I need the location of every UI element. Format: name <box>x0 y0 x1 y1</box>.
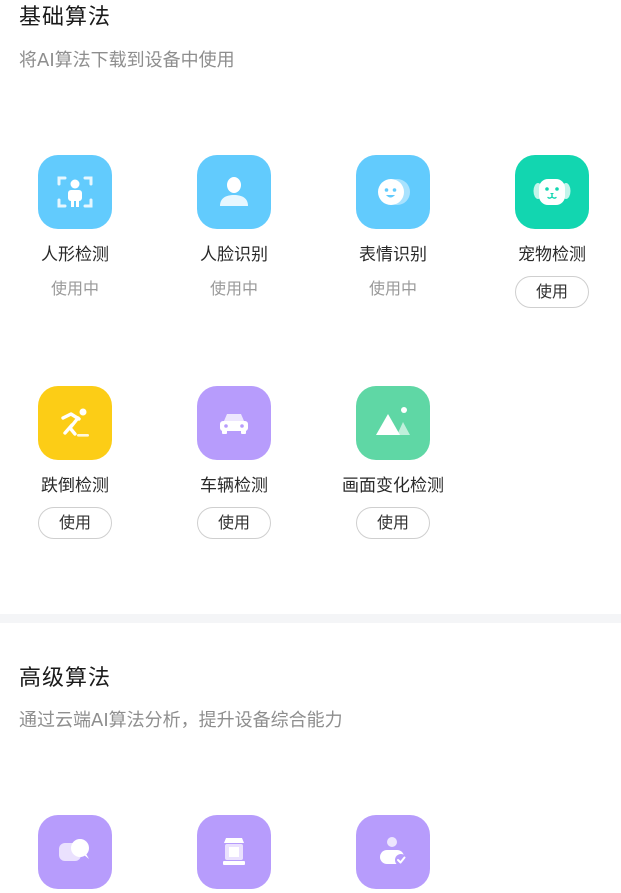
landscape-icon <box>356 386 430 460</box>
smile-face-icon <box>356 155 430 229</box>
algo-name: 表情识别 <box>359 245 427 265</box>
use-button[interactable]: 使用 <box>515 276 589 308</box>
basic-section-subtitle: 将AI算法下载到设备中使用 <box>19 50 235 71</box>
algo-name: 人脸识别 <box>200 245 268 265</box>
face-user-icon <box>197 155 271 229</box>
algo-fall-detection[interactable]: 跌倒检测 使用 <box>5 386 145 539</box>
chat-bubble-icon <box>38 815 112 889</box>
car-icon <box>197 386 271 460</box>
basic-section-title: 基础算法 <box>19 5 112 30</box>
use-button[interactable]: 使用 <box>356 507 430 539</box>
algo-expression-recognition[interactable]: 表情识别 使用中 <box>323 155 463 300</box>
dog-face-icon <box>515 155 589 229</box>
use-button[interactable]: 使用 <box>197 507 271 539</box>
person-frame-icon <box>38 155 112 229</box>
algo-pet-detection[interactable]: 宠物检测 使用 <box>482 155 621 308</box>
algo-name: 人形检测 <box>41 245 109 265</box>
advanced-section-title: 高级算法 <box>19 666 112 691</box>
package-icon <box>197 815 271 889</box>
algo-advanced-2[interactable] <box>164 815 304 889</box>
section-divider <box>0 614 621 623</box>
falling-person-icon <box>38 386 112 460</box>
algo-vehicle-detection[interactable]: 车辆检测 使用 <box>164 386 304 539</box>
use-button[interactable]: 使用 <box>38 507 112 539</box>
advanced-section-subtitle: 通过云端AI算法分析，提升设备综合能力 <box>19 710 343 731</box>
algo-status: 使用中 <box>50 279 99 298</box>
algo-status: 使用中 <box>368 279 417 298</box>
algo-advanced-3[interactable] <box>323 815 463 889</box>
algo-name: 跌倒检测 <box>41 476 109 496</box>
algo-status: 使用中 <box>209 279 258 298</box>
user-check-icon <box>356 815 430 889</box>
algo-name: 画面变化检测 <box>342 476 444 496</box>
algo-human-detection[interactable]: 人形检测 使用中 <box>5 155 145 300</box>
algo-scene-change-detection[interactable]: 画面变化检测 使用 <box>323 386 463 539</box>
algo-face-recognition[interactable]: 人脸识别 使用中 <box>164 155 304 300</box>
algo-advanced-1[interactable] <box>5 815 145 889</box>
algo-name: 宠物检测 <box>518 245 586 265</box>
algo-name: 车辆检测 <box>200 476 268 496</box>
